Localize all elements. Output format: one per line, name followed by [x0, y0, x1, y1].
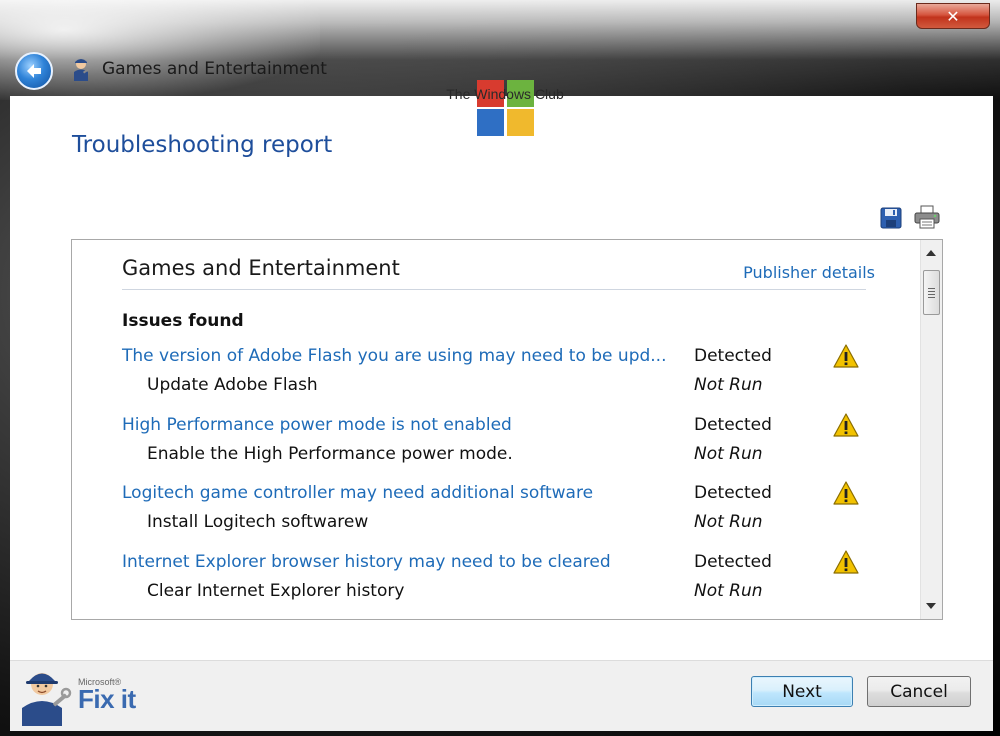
- fix-title: Update Adobe Flash: [147, 375, 318, 395]
- fix-title: Enable the High Performance power mode.: [147, 444, 513, 464]
- issue-row: The version of Adobe Flash you are using…: [72, 344, 912, 412]
- issue-status: Detected: [694, 552, 772, 572]
- watermark-text: The Windows Club: [446, 86, 564, 102]
- scroll-up-arrow-icon[interactable]: [926, 250, 936, 256]
- content-panel: The Windows Club Troubleshooting report …: [10, 80, 993, 660]
- footer: Microsoft® Fix it Next Cancel: [10, 661, 993, 731]
- issue-status: Detected: [694, 346, 772, 366]
- report-scrollbar[interactable]: [920, 240, 942, 619]
- frame-highlight-left: [0, 0, 320, 100]
- watermark-logo: The Windows Club: [420, 80, 590, 140]
- back-button[interactable]: [15, 52, 53, 90]
- issue-title-link[interactable]: High Performance power mode is not enabl…: [122, 415, 512, 435]
- page-title: Troubleshooting report: [72, 132, 333, 158]
- issue-title-link[interactable]: Internet Explorer browser history may ne…: [122, 552, 611, 572]
- scroll-down-arrow-icon[interactable]: [926, 603, 936, 609]
- issue-title-link[interactable]: The version of Adobe Flash you are using…: [122, 346, 667, 366]
- scroll-thumb[interactable]: [923, 270, 940, 315]
- fix-title: Install Logitech softwarew: [147, 512, 369, 532]
- save-icon[interactable]: [880, 207, 902, 229]
- fix-status: Not Run: [694, 375, 763, 395]
- fix-title: Clear Internet Explorer history: [147, 581, 405, 601]
- warning-icon: [833, 481, 859, 505]
- issue-row: Logitech game controller may need additi…: [72, 481, 912, 549]
- warning-icon: [833, 413, 859, 437]
- section-divider: [122, 289, 866, 290]
- fixit-brand: Fix it: [78, 684, 136, 714]
- report-section-title: Games and Entertainment: [122, 256, 400, 280]
- issue-title-link[interactable]: Logitech game controller may need additi…: [122, 483, 593, 503]
- warning-icon: [833, 550, 859, 574]
- issue-status: Detected: [694, 483, 772, 503]
- print-icon[interactable]: [914, 205, 940, 229]
- fix-status: Not Run: [694, 581, 763, 601]
- troubleshooter-app-icon: [74, 59, 90, 81]
- back-arrow-icon: [27, 64, 41, 78]
- cancel-button[interactable]: Cancel: [867, 676, 971, 707]
- close-icon: ✕: [946, 6, 960, 26]
- issue-row: Internet Explorer browser history may ne…: [72, 550, 912, 618]
- warning-icon: [833, 344, 859, 368]
- issue-row: High Performance power mode is not enabl…: [72, 413, 912, 481]
- fixit-logo: Microsoft® Fix it: [16, 664, 146, 726]
- issues-found-heading: Issues found: [122, 311, 244, 331]
- fixit-mascot-icon: [22, 673, 72, 726]
- report-list[interactable]: Games and Entertainment Publisher detail…: [71, 239, 943, 620]
- fix-status: Not Run: [694, 512, 763, 532]
- next-button[interactable]: Next: [751, 676, 853, 707]
- issue-status: Detected: [694, 415, 772, 435]
- close-button[interactable]: ✕: [916, 3, 990, 29]
- window-title: Games and Entertainment: [102, 59, 327, 79]
- fix-status: Not Run: [694, 444, 763, 464]
- publisher-details-link[interactable]: Publisher details: [743, 263, 875, 282]
